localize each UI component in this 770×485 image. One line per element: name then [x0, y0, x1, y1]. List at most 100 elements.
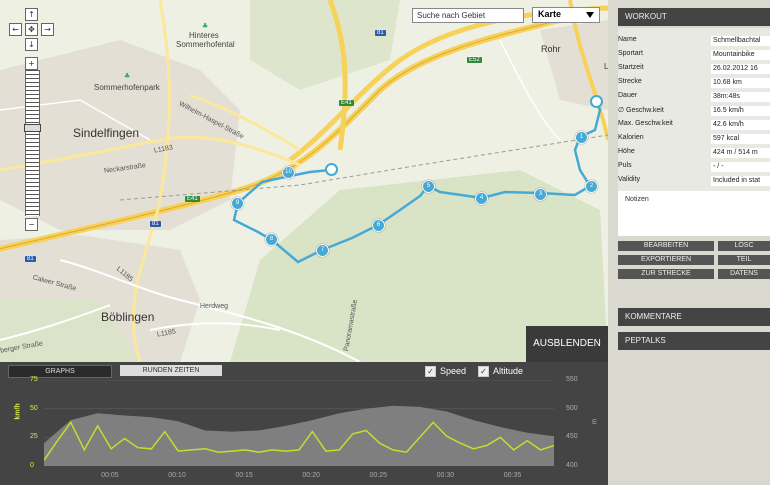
tree-icon: ♣	[202, 22, 209, 30]
track-marker[interactable]: 8	[265, 233, 278, 246]
tree-icon: ♣	[124, 72, 131, 80]
detail-key: Höhe	[618, 148, 635, 155]
detail-value: 424 m / 514 m	[711, 148, 770, 158]
altitude-axis-tick: 400	[566, 462, 578, 469]
time-axis-tick: 00:05	[101, 472, 119, 479]
detail-row: Strecke 10.68 km	[618, 78, 770, 89]
speed-altitude-chart[interactable]	[44, 380, 554, 466]
track-marker[interactable]: 2	[585, 180, 598, 193]
detail-key: Max. Geschw.keit	[618, 120, 673, 127]
speed-label: Speed	[440, 366, 467, 376]
detail-key: Strecke	[618, 78, 642, 85]
comments-header[interactable]: KOMMENTARE	[618, 308, 770, 326]
speed-checkbox[interactable]: ✓	[425, 366, 436, 377]
time-axis-tick: 00:25	[369, 472, 388, 479]
city-label: Sindelfingen	[73, 126, 140, 140]
workout-header: WORKOUT	[618, 8, 770, 26]
edit-button[interactable]: BEARBEITEN	[618, 241, 714, 251]
map-type-value: Karte	[538, 9, 562, 19]
map-background	[0, 0, 608, 362]
place-label: Hinteres	[189, 31, 219, 40]
detail-value: Schmellbachtal	[711, 36, 770, 46]
delete-button[interactable]: LÖSC	[718, 241, 770, 251]
route-button[interactable]: ZUR STRECKE	[618, 269, 714, 279]
detail-row: Name Schmellbachtal	[618, 36, 770, 47]
data-button[interactable]: DATENS	[718, 269, 770, 279]
map-type-select[interactable]: Karte	[532, 7, 600, 23]
time-axis-tick: 00:30	[436, 472, 455, 479]
time-axis-tick: 00:10	[168, 472, 186, 479]
pan-right-button[interactable]: →	[41, 23, 54, 36]
detail-value: 10.68 km	[711, 78, 770, 88]
city-label: Böblingen	[101, 310, 155, 324]
pan-left-button[interactable]: ←	[9, 23, 22, 36]
detail-value: 26.02.2012 16	[711, 64, 770, 74]
time-axis-tick: 00:35	[503, 472, 522, 479]
detail-row: Puls - / -	[618, 162, 770, 173]
track-marker[interactable]: 3	[534, 188, 547, 201]
pan-up-button[interactable]: ↑	[25, 8, 38, 21]
detail-value: - / -	[711, 162, 770, 172]
detail-value: 16.5 km/h	[711, 106, 770, 116]
detail-row: Dauer 38m:48s	[618, 92, 770, 103]
detail-value: Mountainbike	[711, 50, 770, 60]
speed-axis-tick: 75	[30, 376, 38, 383]
export-button[interactable]: EXPORTIEREN	[618, 255, 714, 265]
speed-axis-tick: 0	[30, 462, 34, 469]
speed-axis-tick: 50	[30, 404, 38, 412]
altitude-checkbox[interactable]: ✓	[478, 366, 489, 377]
track-marker[interactable]: 9	[231, 197, 244, 210]
zoom-in-button[interactable]: +	[25, 57, 38, 70]
detail-key: ∅ Geschw.keit	[618, 107, 664, 114]
track-marker[interactable]: 6	[372, 219, 385, 232]
time-axis-tick: 00:20	[302, 472, 320, 479]
detail-value: 38m:48s	[711, 92, 770, 102]
track-marker[interactable]: 7	[316, 244, 329, 257]
detail-key: Dauer	[618, 92, 638, 99]
tab-lap-times[interactable]: RUNDEN ZEITEN	[120, 365, 222, 376]
detail-row: ∅ Geschw.keit 16.5 km/h	[618, 106, 770, 117]
detail-key: Puls	[618, 162, 632, 169]
detail-row: Startzeit 26.02.2012 16	[618, 64, 770, 75]
road-label: Herdweg	[200, 303, 229, 310]
chevron-down-icon	[586, 12, 594, 18]
map-view[interactable]: Sindelfingen Böblingen Rohr Hinteres Som…	[0, 0, 608, 362]
detail-row: Höhe 424 m / 514 m	[618, 148, 770, 159]
zoom-out-button[interactable]: −	[25, 218, 38, 231]
pan-center-button[interactable]: ✥	[25, 23, 38, 36]
detail-key: Kalorien	[618, 134, 644, 141]
share-button[interactable]: TEIL	[718, 255, 770, 265]
detail-key: Sportart	[618, 50, 643, 57]
track-marker[interactable]: 10	[282, 166, 295, 179]
place-label: Sommerhofental	[176, 40, 235, 49]
start-pin[interactable]	[325, 163, 338, 176]
altitude-area	[44, 405, 554, 466]
zoom-slider-track[interactable]	[25, 70, 40, 216]
detail-value: 597 kcal	[711, 134, 770, 144]
detail-row: Sportart Mountainbike	[618, 50, 770, 61]
detail-row: Validity Included in stat	[618, 176, 770, 187]
place-label: Sommerhofenpark	[94, 83, 160, 92]
altitude-unit-label: m	[591, 418, 599, 425]
town-label: Rohr	[541, 44, 561, 54]
detail-value: Included in stat	[711, 176, 770, 186]
altitude-axis-tick: 450	[566, 433, 578, 441]
track-marker[interactable]: 5	[422, 180, 435, 193]
peptalks-header[interactable]: PEPTALKS	[618, 332, 770, 350]
road-shield: E52	[467, 57, 482, 63]
altitude-axis-tick: 500	[566, 404, 578, 412]
notes-label: Notizen	[625, 196, 649, 203]
time-axis-tick: 00:15	[235, 472, 253, 479]
notes-area[interactable]: Notizen	[618, 191, 770, 236]
detail-value: 42.6 km/h	[711, 120, 770, 130]
speed-axis-tick: 25	[30, 433, 38, 441]
hide-button[interactable]: AUSBLENDEN	[526, 326, 608, 362]
tab-graphs[interactable]: GRAPHS	[8, 365, 112, 378]
track-marker[interactable]: 1	[575, 131, 588, 144]
track-marker[interactable]: 4	[475, 192, 488, 205]
pan-down-button[interactable]: ↓	[25, 38, 38, 51]
end-pin[interactable]	[590, 95, 603, 108]
area-search-input[interactable]: Suche nach Gebiet	[412, 8, 524, 23]
road-shield: E41	[339, 100, 354, 106]
zoom-slider-thumb[interactable]	[24, 124, 41, 132]
